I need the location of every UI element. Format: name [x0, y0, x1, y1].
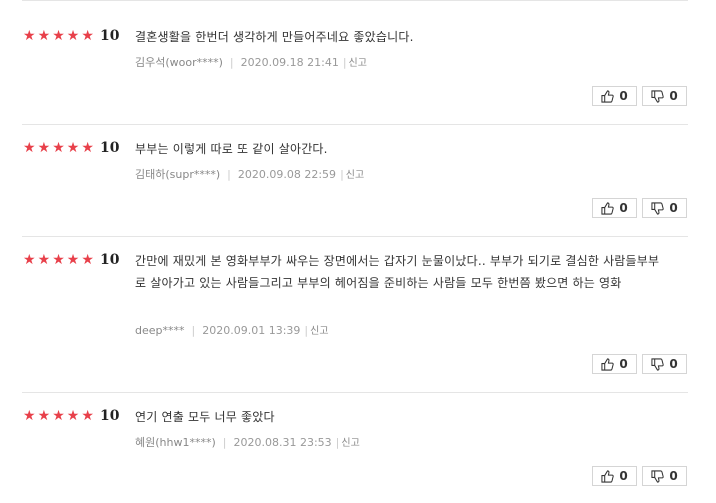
dislike-count: 0: [669, 201, 678, 215]
star-icon: ★: [81, 408, 94, 424]
thumbs-up-icon: [601, 357, 615, 371]
list-top-divider: [22, 0, 688, 1]
dislike-count: 0: [669, 469, 678, 483]
meta-divider: |: [342, 56, 347, 69]
review-date: 2020.09.08 22:59: [237, 168, 337, 181]
like-count: 0: [619, 201, 628, 215]
star-icon: ★: [52, 28, 65, 44]
like-button[interactable]: 0: [592, 466, 637, 486]
star-icon: ★: [23, 408, 36, 424]
star-icon: ★: [23, 140, 36, 156]
report-link[interactable]: 신고: [341, 438, 359, 449]
star-icon: ★: [37, 28, 51, 44]
rating-score: 10: [100, 140, 120, 156]
like-count: 0: [619, 357, 628, 371]
reviewer-name[interactable]: 김태하(supr****): [135, 168, 220, 181]
star-icon: ★: [37, 408, 51, 424]
star-icon: ★: [66, 252, 80, 268]
review-meta: deep**** | 2020.09.01 13:39 | 신고: [135, 323, 329, 340]
like-count: 0: [619, 469, 628, 483]
reviewer-name[interactable]: 혜원(hhw1****): [135, 436, 216, 449]
thumbs-up-icon: [601, 469, 615, 483]
dislike-count: 0: [669, 89, 678, 103]
meta-divider: |: [222, 436, 227, 449]
star-icon: ★: [52, 252, 65, 268]
star-icon: ★: [66, 408, 80, 424]
star-rating: ★ ★ ★ ★ ★: [22, 138, 95, 158]
review-divider: [22, 236, 688, 237]
reviewer-name[interactable]: 김우석(woor****): [135, 56, 223, 69]
review-text: 부부는 이렇게 따로 또 같이 살아간다.: [135, 142, 328, 156]
meta-divider: |: [340, 168, 344, 181]
thumbs-down-icon: [651, 201, 665, 215]
report-link[interactable]: 신고: [349, 58, 367, 69]
star-icon: ★: [81, 28, 94, 44]
thumbs-down-icon: [651, 89, 665, 103]
dislike-count: 0: [669, 357, 678, 371]
star-icon: ★: [81, 140, 94, 156]
star-icon: ★: [52, 408, 65, 424]
star-icon: ★: [52, 140, 65, 156]
star-icon: ★: [66, 140, 80, 156]
report-link[interactable]: 신고: [346, 170, 364, 181]
dislike-button[interactable]: 0: [642, 198, 687, 218]
meta-divider: |: [304, 324, 309, 337]
review-divider: [22, 124, 688, 125]
star-icon: ★: [37, 140, 51, 156]
star-rating: ★ ★ ★ ★ ★: [22, 250, 95, 270]
star-icon: ★: [37, 252, 51, 268]
like-button[interactable]: 0: [592, 198, 637, 218]
star-icon: ★: [66, 28, 80, 44]
like-count: 0: [619, 89, 628, 103]
star-icon: ★: [23, 252, 36, 268]
thumbs-down-icon: [651, 357, 665, 371]
review-meta: 혜원(hhw1****) | 2020.08.31 23:53 | 신고: [135, 435, 360, 452]
star-icon: ★: [23, 28, 36, 44]
meta-divider: |: [227, 168, 231, 181]
reviewer-name[interactable]: deep****: [135, 324, 185, 337]
rating-score: 10: [100, 252, 120, 268]
review-date: 2020.09.01 13:39: [202, 324, 301, 337]
meta-divider: |: [191, 324, 196, 337]
star-rating: ★ ★ ★ ★ ★: [22, 26, 95, 46]
review-text: 간만에 재밌게 본 영화부부가 싸우는 장면에서는 갑자기 눈물이났다.. 부부…: [135, 254, 660, 290]
rating-score: 10: [100, 28, 120, 44]
like-button[interactable]: 0: [592, 354, 637, 374]
dislike-button[interactable]: 0: [642, 466, 687, 486]
dislike-button[interactable]: 0: [642, 86, 687, 106]
review-text: 연기 연출 모두 너무 좋았다: [135, 410, 275, 424]
review-date: 2020.08.31 23:53: [233, 436, 332, 449]
rating-score: 10: [100, 408, 120, 424]
review-meta: 김태하(supr****) | 2020.09.08 22:59 | 신고: [135, 167, 364, 184]
review-date: 2020.09.18 21:41: [240, 56, 339, 69]
report-link[interactable]: 신고: [310, 326, 328, 337]
dislike-button[interactable]: 0: [642, 354, 687, 374]
thumbs-down-icon: [651, 469, 665, 483]
meta-divider: |: [229, 56, 234, 69]
review-text: 결혼생활을 한번더 생각하게 만들어주네요 좋았습니다.: [135, 30, 414, 44]
review-divider: [22, 392, 688, 393]
review-meta: 김우석(woor****) | 2020.09.18 21:41 | 신고: [135, 55, 367, 72]
star-rating: ★ ★ ★ ★ ★: [22, 406, 95, 426]
thumbs-up-icon: [601, 89, 615, 103]
thumbs-up-icon: [601, 201, 615, 215]
like-button[interactable]: 0: [592, 86, 637, 106]
star-icon: ★: [81, 252, 94, 268]
meta-divider: |: [335, 436, 340, 449]
